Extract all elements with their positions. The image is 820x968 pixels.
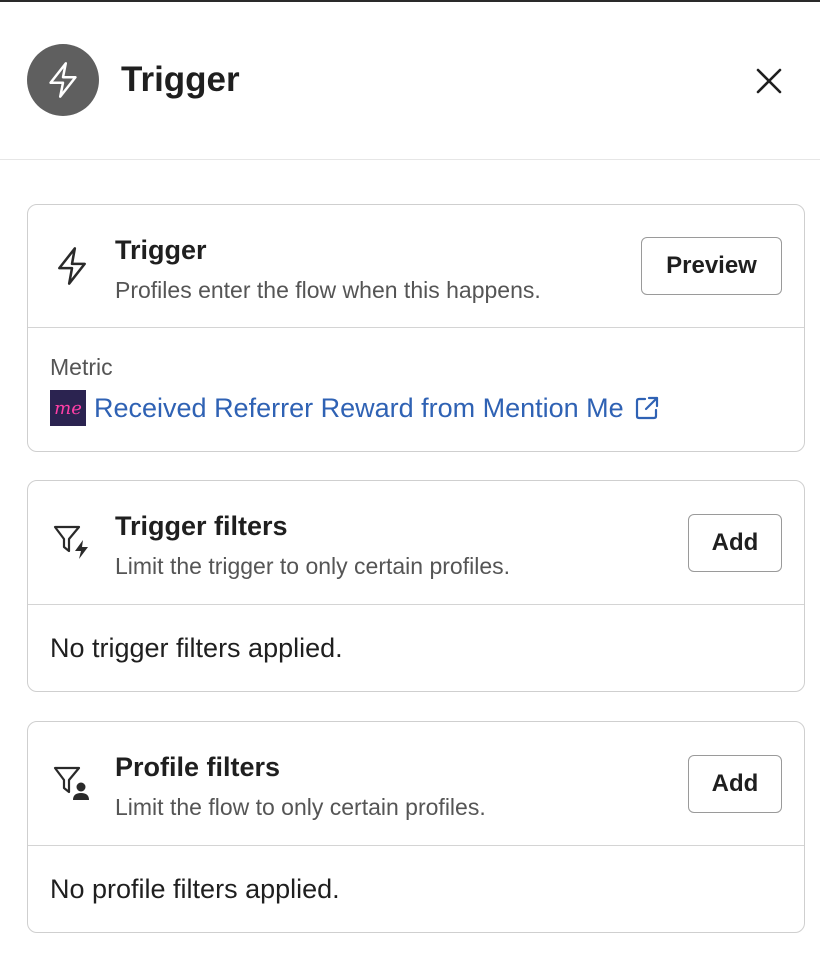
- profile-filters-card: Profile filters Limit the flow to only c…: [27, 721, 805, 933]
- trigger-filters-header: Trigger filters Limit the trigger to onl…: [28, 481, 804, 605]
- close-icon[interactable]: [755, 67, 783, 95]
- trigger-card-header: Trigger Profiles enter the flow when thi…: [28, 205, 804, 328]
- profile-filters-body: No profile filters applied.: [28, 846, 804, 932]
- external-link-icon[interactable]: [634, 395, 660, 421]
- panel-header: Trigger: [0, 2, 820, 160]
- trigger-filters-body: No trigger filters applied.: [28, 605, 804, 691]
- profile-filters-header: Profile filters Limit the flow to only c…: [28, 722, 804, 846]
- trigger-card-subtitle: Profiles enter the flow when this happen…: [115, 277, 541, 303]
- profile-filters-title: Profile filters: [115, 752, 281, 782]
- close-button[interactable]: [748, 60, 790, 102]
- metric-link[interactable]: Received Referrer Reward from Mention Me: [94, 393, 624, 424]
- trigger-filters-empty: No trigger filters applied.: [50, 633, 343, 663]
- trigger-filters-subtitle: Limit the trigger to only certain profil…: [115, 553, 511, 579]
- lightning-icon: [50, 244, 94, 288]
- add-trigger-filter-button[interactable]: Add: [688, 514, 782, 572]
- filter-lightning-icon: [50, 519, 94, 563]
- profile-filters-empty: No profile filters applied.: [50, 874, 340, 904]
- trigger-filters-card: Trigger filters Limit the trigger to onl…: [27, 480, 805, 692]
- trigger-filters-title: Trigger filters: [115, 511, 288, 541]
- metric-label: Metric: [50, 354, 113, 380]
- metric-row: me Received Referrer Reward from Mention…: [50, 390, 660, 426]
- trigger-card-body: Metric me Received Referrer Reward from …: [28, 328, 804, 451]
- lightning-icon: [27, 44, 99, 116]
- trigger-card: Trigger Profiles enter the flow when thi…: [27, 204, 805, 452]
- profile-filters-subtitle: Limit the flow to only certain profiles.: [115, 794, 486, 820]
- add-profile-filter-button[interactable]: Add: [688, 755, 782, 813]
- mention-me-logo: me: [50, 390, 86, 426]
- filter-person-icon: [50, 760, 94, 804]
- trigger-card-title: Trigger: [115, 235, 207, 265]
- panel-title: Trigger: [121, 60, 240, 99]
- preview-button[interactable]: Preview: [641, 237, 782, 295]
